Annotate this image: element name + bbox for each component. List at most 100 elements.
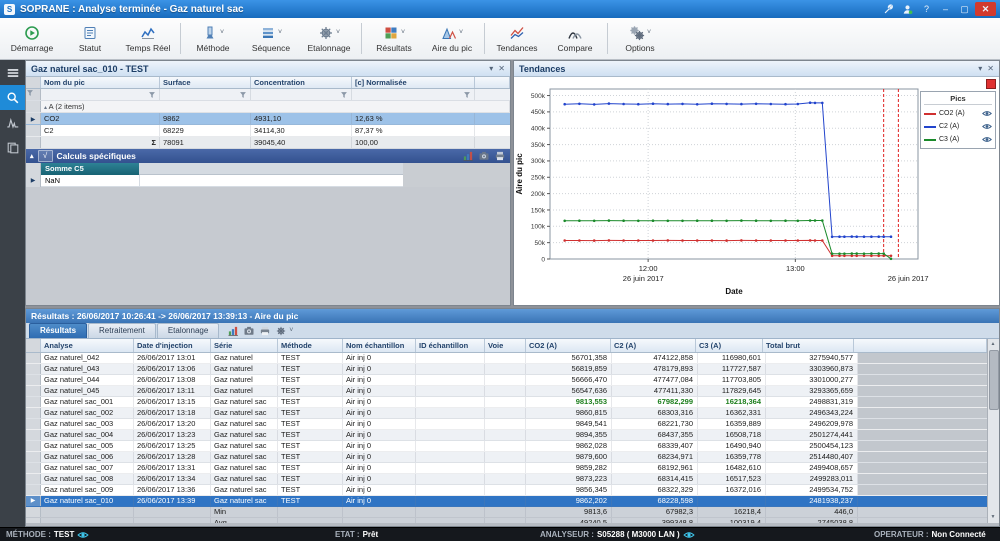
eye-icon[interactable]	[982, 123, 992, 130]
tab-retraitement[interactable]: Retraitement	[88, 323, 156, 338]
calc-column-header[interactable]: Somme C5	[41, 163, 139, 175]
legend-item[interactable]: C2 (A)	[924, 120, 992, 133]
filter-cell[interactable]	[41, 89, 160, 100]
filter-cell[interactable]	[160, 89, 251, 100]
row-selector[interactable]	[26, 364, 41, 374]
ribbon-button-aire-du-pic[interactable]: ˅Aire du pic	[423, 19, 481, 58]
ribbon-button-tendances[interactable]: Tendances	[488, 19, 546, 58]
group-row[interactable]: ▴ A (2 items)	[26, 101, 510, 113]
sidebar-item-library[interactable]	[0, 135, 25, 160]
filter-cell[interactable]	[352, 89, 475, 100]
filter-cell[interactable]	[251, 89, 352, 100]
column-header[interactable]: Série	[211, 339, 278, 352]
chevron-down-icon[interactable]: ˅	[459, 29, 463, 37]
sidebar-item-signal[interactable]	[0, 110, 25, 135]
row-selector[interactable]: ▶	[26, 496, 41, 506]
ribbon-button-methode[interactable]: ˅Méthode	[184, 19, 242, 58]
column-header[interactable]: CO2 (A)	[526, 339, 611, 352]
eye-icon[interactable]	[982, 136, 992, 143]
peak-row[interactable]: ▶CO298624931,1012,63 %	[26, 113, 510, 125]
ribbon-button-demarrage[interactable]: Démarrage	[3, 19, 61, 58]
camera-icon[interactable]	[243, 325, 255, 337]
row-selector[interactable]	[26, 125, 41, 136]
expander-icon[interactable]: ▴	[44, 105, 47, 111]
calc-row[interactable]: ▶NaN	[26, 175, 403, 187]
chevron-down-icon[interactable]: ˅	[336, 29, 340, 37]
column-header[interactable]: Méthode	[278, 339, 343, 352]
close-icon[interactable]: ✕	[987, 64, 994, 73]
sidebar-item-menu[interactable]	[0, 60, 25, 85]
row-selector[interactable]	[26, 474, 41, 484]
row-selector[interactable]	[26, 430, 41, 440]
eye-icon[interactable]	[982, 110, 992, 117]
chevron-down-icon[interactable]: ˅	[278, 29, 282, 37]
row-selector[interactable]	[26, 419, 41, 429]
calc-panel-header[interactable]: ▴ √ Calculs spécifiques	[26, 149, 510, 163]
row-selector[interactable]: ▶	[26, 113, 41, 124]
horizontal-scrollbar[interactable]	[26, 523, 999, 526]
user-icon[interactable]	[899, 2, 916, 16]
column-header[interactable]: [c] Normalisée	[352, 77, 475, 88]
column-header[interactable]: ID échantillon	[416, 339, 485, 352]
table-row[interactable]: ▶Gaz naturel sac_01026/06/2017 13:39Gaz …	[26, 496, 987, 507]
column-header[interactable]: Concentration	[251, 77, 352, 88]
panel-menu-icon[interactable]: ▾	[978, 64, 982, 73]
filter-icon[interactable]	[26, 89, 41, 100]
chart-icon[interactable]	[227, 325, 239, 337]
wrench-icon[interactable]	[880, 2, 897, 16]
row-selector[interactable]	[26, 463, 41, 473]
column-header[interactable]: Analyse	[41, 339, 134, 352]
eye-icon[interactable]	[77, 531, 89, 539]
row-selector[interactable]	[26, 408, 41, 418]
camera-icon[interactable]	[478, 150, 490, 162]
printer-icon[interactable]	[494, 150, 506, 162]
column-header[interactable]: C3 (A)	[696, 339, 763, 352]
column-header[interactable]: Date d'injection	[134, 339, 211, 352]
row-selector[interactable]	[26, 353, 41, 363]
record-stop-icon[interactable]	[986, 79, 996, 89]
column-header[interactable]: Voie	[485, 339, 526, 352]
legend-item[interactable]: C3 (A)	[924, 133, 992, 146]
ribbon-button-etalonnage[interactable]: ˅Etalonnage	[300, 19, 358, 58]
chevron-down-icon[interactable]: ˅	[220, 29, 224, 37]
scroll-up-icon[interactable]: ▲	[988, 340, 998, 349]
collapse-icon[interactable]: ▴	[30, 152, 34, 160]
close-icon[interactable]: ✕	[498, 64, 505, 73]
ribbon-button-options[interactable]: ˅Options	[611, 19, 669, 58]
row-selector[interactable]	[26, 485, 41, 495]
column-header[interactable]: Total brut	[763, 339, 854, 352]
column-header[interactable]: Surface	[160, 77, 251, 88]
table-row[interactable]: Gaz naturel_04226/06/2017 13:01Gaz natur…	[26, 353, 987, 364]
row-selector[interactable]	[26, 452, 41, 462]
column-header[interactable]: Nom du pic	[41, 77, 160, 88]
vertical-scrollbar[interactable]: ▲ ▼	[987, 339, 999, 523]
help-icon[interactable]: ?	[918, 2, 935, 16]
table-row[interactable]: Gaz naturel sac_00226/06/2017 13:18Gaz n…	[26, 408, 987, 419]
scrollbar-thumb[interactable]	[989, 350, 999, 410]
table-row[interactable]: Gaz naturel sac_00926/06/2017 13:36Gaz n…	[26, 485, 987, 496]
maximize-button[interactable]: ▢	[956, 2, 973, 16]
row-selector[interactable]: ▶	[26, 175, 41, 187]
table-row[interactable]: Gaz naturel sac_00526/06/2017 13:25Gaz n…	[26, 441, 987, 452]
ribbon-button-resultats[interactable]: ˅Résultats	[365, 19, 423, 58]
row-selector[interactable]	[26, 441, 41, 451]
chart-icon[interactable]	[462, 150, 474, 162]
ribbon-button-sequence[interactable]: ˅Séquence	[242, 19, 300, 58]
close-button[interactable]: ✕	[975, 2, 996, 16]
peak-row[interactable]: C26822934114,3087,37 %	[26, 125, 510, 137]
tab-resultats[interactable]: Résultats	[29, 323, 87, 338]
column-header[interactable]: C2 (A)	[611, 339, 696, 352]
column-header[interactable]: Nom échantillon	[343, 339, 416, 352]
ribbon-button-temps-reel[interactable]: Temps Réel	[119, 19, 177, 58]
legend-item[interactable]: CO2 (A)	[924, 107, 992, 120]
ribbon-button-statut[interactable]: Statut	[61, 19, 119, 58]
sidebar-item-analysis[interactable]	[0, 85, 25, 110]
minimize-button[interactable]: –	[937, 2, 954, 16]
table-row[interactable]: Gaz naturel sac_00126/06/2017 13:15Gaz n…	[26, 397, 987, 408]
row-selector[interactable]	[26, 397, 41, 407]
settings-gear-icon[interactable]: ˅	[275, 325, 293, 337]
chevron-down-icon[interactable]: ˅	[647, 29, 651, 37]
table-row[interactable]: Gaz naturel_04326/06/2017 13:06Gaz natur…	[26, 364, 987, 375]
table-row[interactable]: Gaz naturel sac_00826/06/2017 13:34Gaz n…	[26, 474, 987, 485]
group-label[interactable]: ▴ A (2 items)	[41, 101, 510, 112]
